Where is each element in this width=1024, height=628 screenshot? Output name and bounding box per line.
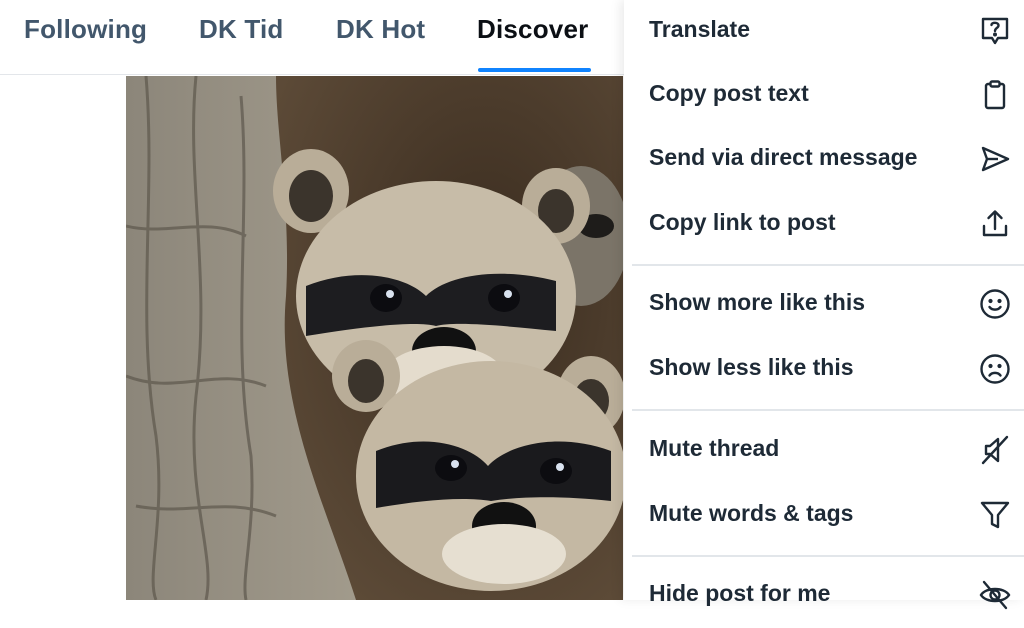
menu-divider (632, 555, 1024, 557)
menu-item-copy-post-text[interactable]: Copy post text (624, 64, 1024, 128)
menu-item-mute-thread[interactable]: Mute thread (624, 419, 1024, 483)
menu-divider (632, 409, 1024, 411)
tab-discover[interactable]: Discover (477, 14, 588, 45)
clipboard-icon (978, 78, 1012, 112)
menu-item-label: Copy link to post (649, 209, 836, 235)
menu-item-show-more[interactable]: Show more like this (624, 273, 1024, 337)
menu-item-send-dm[interactable]: Send via direct message (624, 128, 1024, 192)
menu-item-hide-post[interactable]: Hide post for me (624, 564, 1024, 628)
feed-tab-bar: Following DK Tid DK Hot Discover (0, 0, 624, 75)
menu-item-copy-link[interactable]: Copy link to post (624, 193, 1024, 257)
raccoon-photo (126, 76, 623, 600)
tab-dk-tid[interactable]: DK Tid (199, 14, 284, 45)
frown-icon (978, 352, 1012, 386)
menu-item-label: Translate (649, 16, 750, 42)
menu-item-label: Send via direct message (649, 144, 918, 170)
menu-item-label: Show less like this (649, 354, 854, 380)
send-icon (978, 142, 1012, 176)
active-tab-indicator (478, 68, 591, 72)
menu-item-label: Hide post for me (649, 580, 831, 606)
post-options-menu: Translate Copy post text Send via direct… (624, 0, 1024, 610)
tab-following[interactable]: Following (24, 14, 147, 45)
eye-slash-icon (978, 578, 1012, 612)
filter-icon (978, 498, 1012, 532)
menu-item-label: Mute words & tags (649, 500, 854, 526)
menu-item-mute-words[interactable]: Mute words & tags (624, 484, 1024, 548)
post-image[interactable] (126, 76, 623, 600)
translate-icon (978, 14, 1012, 48)
menu-item-label: Show more like this (649, 289, 865, 315)
mute-icon (978, 433, 1012, 467)
tab-dk-hot[interactable]: DK Hot (336, 14, 425, 45)
menu-item-label: Mute thread (649, 435, 780, 461)
menu-item-label: Copy post text (649, 80, 809, 106)
smile-icon (978, 287, 1012, 321)
menu-divider (632, 264, 1024, 266)
menu-item-translate[interactable]: Translate (624, 0, 1024, 64)
share-icon (978, 207, 1012, 241)
menu-item-show-less[interactable]: Show less like this (624, 338, 1024, 402)
